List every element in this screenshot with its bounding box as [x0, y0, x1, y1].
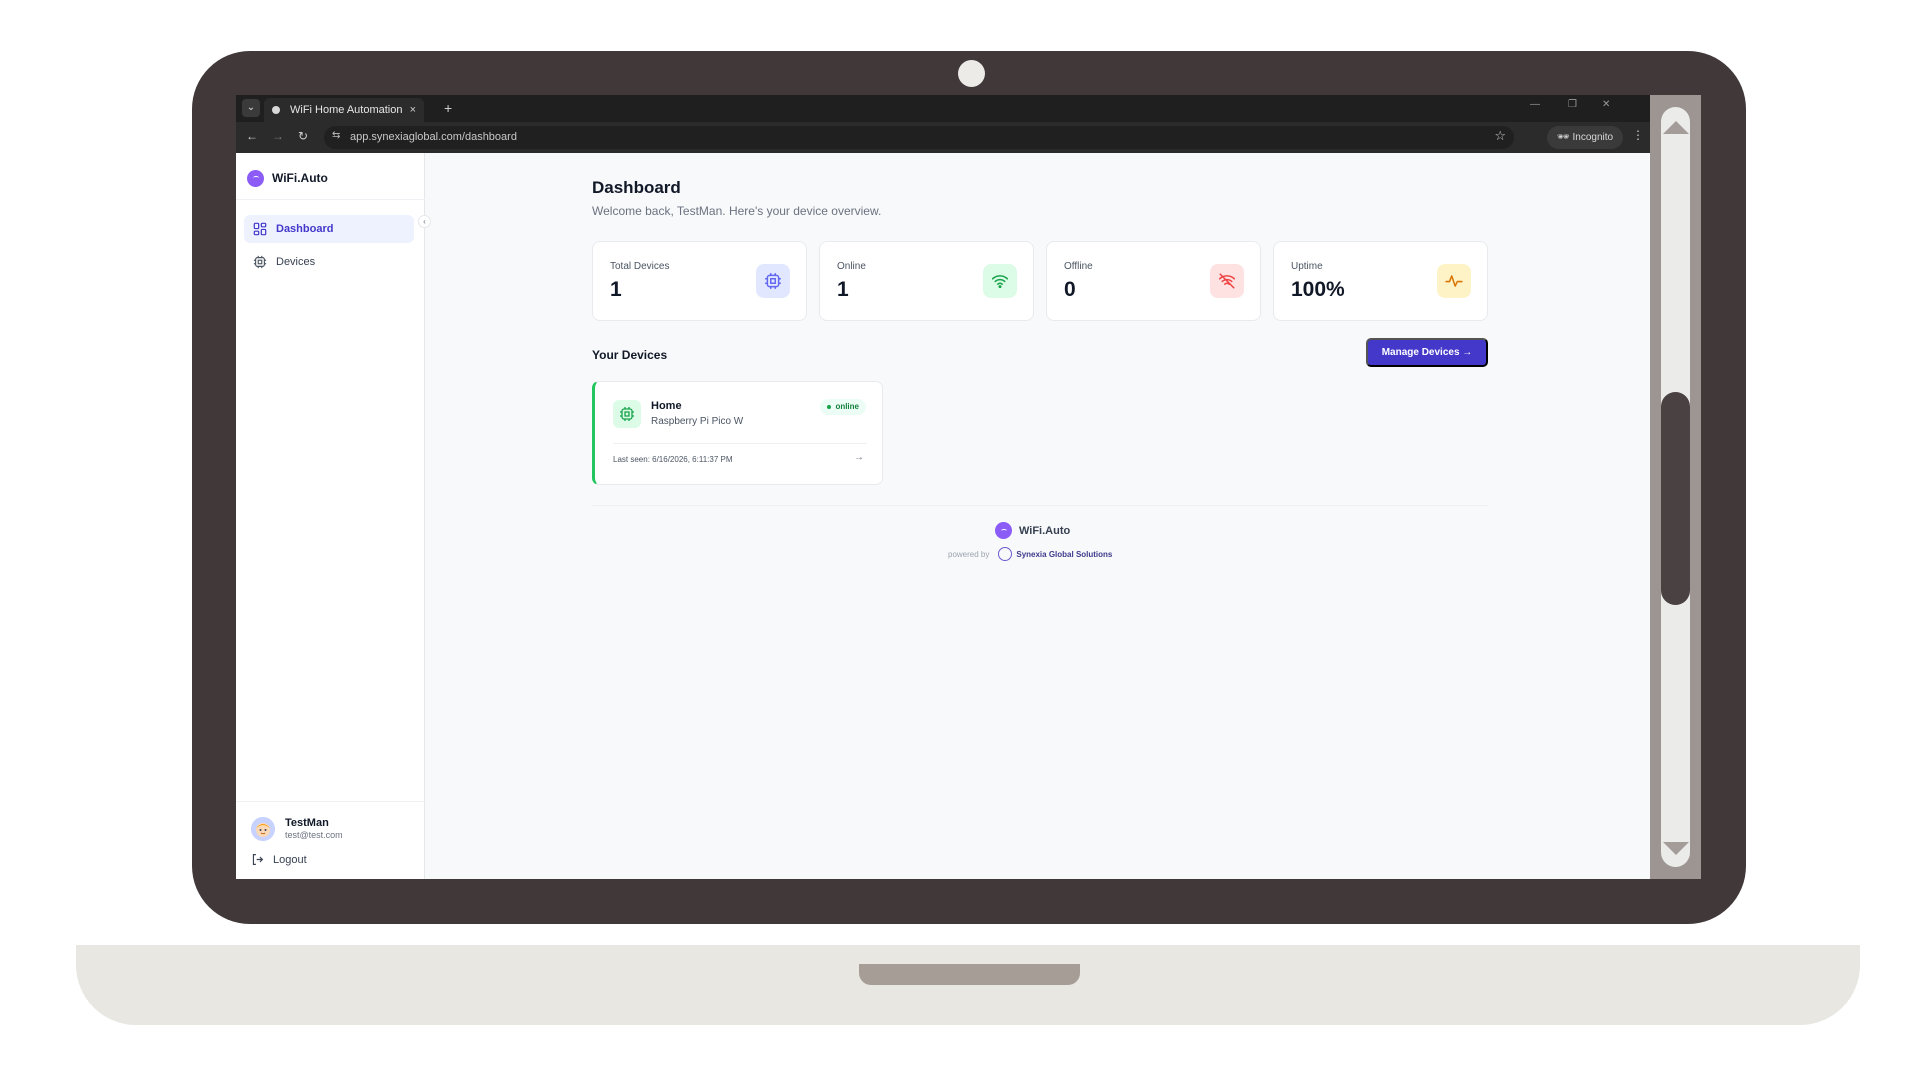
sidebar-item-label: Devices: [276, 256, 316, 268]
minimize-icon[interactable]: —: [1530, 99, 1540, 110]
wifi-off-icon: [1210, 264, 1244, 298]
bookmark-star-icon[interactable]: ☆: [1494, 128, 1506, 144]
main-content: Dashboard Welcome back, TestMan. Here's …: [425, 153, 1650, 879]
footer-brand-name: WiFi.Auto: [1019, 524, 1071, 537]
divider: [236, 199, 425, 200]
stat-value: 1: [610, 278, 622, 301]
stat-label: Total Devices: [610, 261, 670, 272]
brand-name: WiFi.Auto: [272, 171, 328, 185]
stat-card-online: Online 1: [819, 241, 1034, 321]
wifi-icon: [983, 264, 1017, 298]
stat-value: 100%: [1291, 278, 1345, 301]
arrow-right-icon[interactable]: →: [854, 452, 864, 463]
user-name: TestMan: [285, 817, 329, 829]
stat-label: Online: [837, 261, 866, 272]
tab-search-button[interactable]: ⌄: [242, 99, 260, 117]
laptop-screen: ⌄ WiFi Home Automation × + — ❐ ✕ ← → ↻ ⇆…: [236, 95, 1701, 879]
sidebar-item-dashboard[interactable]: Dashboard: [244, 215, 414, 243]
powered-by: powered by Synexia Global Solutions: [948, 547, 1112, 561]
status-dot-icon: [827, 404, 832, 409]
device-name: Home: [651, 400, 682, 412]
new-tab-button[interactable]: +: [444, 98, 452, 118]
browser-tab-bar: ⌄ WiFi Home Automation × + — ❐ ✕: [236, 95, 1650, 122]
stat-card-offline: Offline 0: [1046, 241, 1261, 321]
chip-icon: [756, 264, 790, 298]
activity-icon: [1437, 264, 1471, 298]
forward-icon[interactable]: →: [272, 129, 284, 143]
chip-icon: [613, 400, 641, 428]
back-icon[interactable]: ←: [246, 129, 258, 143]
stage: ⌄ WiFi Home Automation × + — ❐ ✕ ← → ↻ ⇆…: [0, 0, 1920, 1080]
powered-by-label: powered by: [948, 549, 990, 559]
stat-label: Offline: [1064, 261, 1093, 272]
avatar-face-icon: [251, 817, 275, 841]
scroll-down-icon[interactable]: [1663, 842, 1689, 855]
url-text: app.synexiaglobal.com/dashboard: [350, 131, 517, 143]
restore-icon[interactable]: ❐: [1568, 99, 1577, 110]
device-last-seen: Last seen: 6/16/2026, 6:11:37 PM: [613, 455, 733, 464]
stat-card-uptime: Uptime 100%: [1273, 241, 1488, 321]
divider: [613, 443, 867, 444]
tab-favicon-icon: [272, 106, 280, 114]
laptop-notch: [859, 964, 1080, 985]
status-badge: online: [820, 399, 866, 415]
reload-icon[interactable]: ↻: [298, 129, 308, 143]
brand-logo-icon: [995, 522, 1012, 539]
stat-label: Uptime: [1291, 261, 1323, 272]
browser-address-bar: ← → ↻ ⇆ app.synexiaglobal.com/dashboard …: [236, 122, 1650, 153]
tab-close-button[interactable]: ×: [410, 98, 416, 122]
logout-icon: [252, 854, 264, 865]
stat-card-total-devices: Total Devices 1: [592, 241, 807, 321]
incognito-icon: 🕶: [1557, 132, 1570, 143]
stat-value: 0: [1064, 278, 1076, 301]
url-input[interactable]: ⇆ app.synexiaglobal.com/dashboard ☆: [324, 126, 1514, 149]
browser-tab[interactable]: WiFi Home Automation ×: [264, 98, 424, 122]
page-title: Dashboard: [592, 178, 681, 197]
scrollbar-thumb[interactable]: [1661, 392, 1690, 605]
device-model: Raspberry Pi Pico W: [651, 416, 744, 427]
tab-title: WiFi Home Automation: [290, 104, 403, 116]
company-name[interactable]: Synexia Global Solutions: [1016, 550, 1112, 559]
company-logo-icon: [998, 547, 1013, 561]
dashboard-grid-icon: [253, 222, 267, 236]
app-window: WiFi.Auto ‹ Dashboard Devices TestMan te…: [236, 153, 1650, 879]
divider: [592, 505, 1488, 506]
logout-label: Logout: [273, 853, 307, 866]
site-info-icon[interactable]: ⇆: [332, 130, 340, 141]
laptop-base: [76, 945, 1860, 1025]
divider: [236, 801, 425, 802]
sidebar: WiFi.Auto ‹ Dashboard Devices TestMan te…: [236, 153, 431, 879]
status-text: online: [835, 402, 859, 411]
user-email: test@test.com: [285, 830, 343, 840]
window-close-icon[interactable]: ✕: [1602, 99, 1610, 110]
sidebar-item-devices[interactable]: Devices: [244, 248, 414, 276]
manage-devices-button[interactable]: Manage Devices →: [1366, 338, 1488, 367]
logout-button[interactable]: Logout: [251, 853, 307, 866]
incognito-badge[interactable]: 🕶 Incognito: [1547, 126, 1623, 149]
footer-brand: WiFi.Auto: [995, 522, 1070, 539]
page-subtitle: Welcome back, TestMan. Here's your devic…: [592, 204, 882, 218]
incognito-label: Incognito: [1572, 132, 1614, 143]
sidebar-brand[interactable]: WiFi.Auto: [247, 169, 328, 187]
scrollbar[interactable]: [1650, 95, 1701, 879]
sidebar-item-label: Dashboard: [276, 223, 334, 235]
stat-value: 1: [837, 278, 849, 301]
chip-icon: [253, 255, 267, 269]
scroll-up-icon[interactable]: [1663, 121, 1689, 134]
device-card-home[interactable]: Home Raspberry Pi Pico W online Last see…: [592, 381, 883, 485]
scrollbar-track[interactable]: [1661, 107, 1690, 867]
browser-menu-icon[interactable]: ⋮: [1632, 128, 1644, 142]
brand-logo-icon: [247, 169, 264, 187]
laptop-camera: [958, 60, 985, 87]
avatar[interactable]: [251, 817, 275, 841]
section-title-your-devices: Your Devices: [592, 348, 668, 362]
